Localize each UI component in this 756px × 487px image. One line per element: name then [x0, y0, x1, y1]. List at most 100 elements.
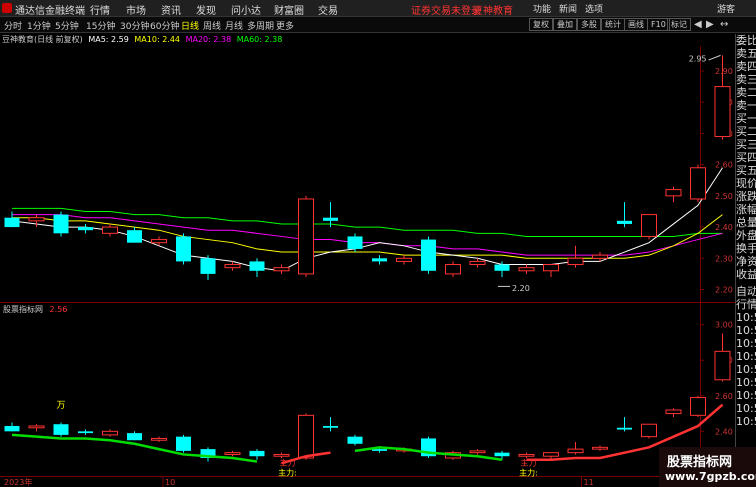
sidepanel-item: 10:5 — [736, 363, 756, 376]
ma10-value: MA10: 2.44 — [134, 35, 181, 44]
guest-label[interactable]: 游客 — [717, 2, 735, 15]
zhuli-label: 主力 — [280, 457, 296, 467]
menu-bar: 通达信金融终端 行情 市场 资讯 发现 问小达 财富圈 交易 证券交易未登录 豆… — [0, 0, 756, 17]
ind-candle-body — [224, 452, 241, 455]
ind-price-tick-label: 3.00 — [715, 321, 733, 330]
watermark-url: www.7gpzb.com — [665, 470, 756, 483]
price-tick-label: 2.50 — [715, 192, 733, 201]
menu-item-zixun[interactable]: 资讯 — [161, 2, 181, 17]
menu-item-shichang[interactable]: 市场 — [126, 2, 146, 17]
sidepanel-item: 卖二 — [736, 86, 756, 99]
kline-chart[interactable]: 2.902.802.702.602.502.402.302.203.002.80… — [0, 46, 735, 487]
period-weekly[interactable]: 周线 — [203, 19, 221, 32]
period-30min[interactable]: 30分钟 — [120, 19, 149, 32]
date-label: 11 — [584, 478, 594, 487]
menu-item-xinwen[interactable]: 新闻 — [559, 2, 577, 15]
site-watermark: 股票指标网 www.7gpzb.com — [659, 447, 756, 487]
menu-item-jiaoyi[interactable]: 交易 — [318, 2, 338, 17]
period-daily[interactable]: 日线 — [181, 19, 199, 32]
watermark-title: 股票指标网 — [667, 455, 733, 470]
main-candle-body — [298, 198, 314, 275]
expand-icon[interactable]: ↔ — [720, 19, 728, 30]
main-candle-body — [151, 239, 167, 244]
mark-button[interactable]: 标记 — [667, 18, 691, 31]
drawline-button[interactable]: 画线 — [624, 18, 648, 31]
sidepanel-item: 10:5 — [736, 337, 756, 350]
ind-candle-body — [323, 426, 338, 428]
app-logo-icon — [2, 3, 12, 13]
ind-candle-body — [543, 452, 559, 457]
period-60min[interactable]: 60分钟 — [150, 19, 179, 32]
main-candle-body — [4, 217, 20, 228]
period-monthly[interactable]: 月线 — [225, 19, 243, 32]
sidepanel-item: 涨幅 — [736, 203, 756, 216]
main-candle-body — [224, 264, 241, 269]
main-candle-body — [665, 189, 682, 197]
brand-label: 豆神教育 — [473, 6, 513, 17]
ind-candle-body — [665, 409, 682, 415]
main-candle-body — [714, 86, 731, 138]
ind-candle-body — [641, 423, 657, 438]
main-candle-body — [469, 260, 486, 266]
ind-price-tick-label: 2.60 — [715, 392, 733, 401]
login-notice[interactable]: 证券交易未登录 — [411, 2, 481, 17]
sidepanel-item: 买一 — [736, 112, 756, 125]
ind-candle-body — [494, 452, 510, 457]
menu-item-gongneng[interactable]: 功能 — [533, 2, 551, 15]
ma5-value: MA5: 2.59 — [88, 35, 129, 44]
main-candle-body — [347, 236, 363, 249]
main-candle-body — [396, 257, 412, 262]
overlay-button[interactable]: 叠加 — [553, 18, 577, 31]
price-tick-label: 2.60 — [715, 161, 733, 170]
period-15min[interactable]: 15分钟 — [86, 19, 115, 32]
menu-item-xuanxiang[interactable]: 选项 — [585, 2, 603, 15]
period-multi[interactable]: 多周期 — [247, 19, 274, 32]
stats-button[interactable]: 统计 — [601, 18, 625, 31]
low-price-label: 2.20 — [512, 284, 530, 293]
date-label: 10 — [165, 478, 175, 487]
app-title: 通达信金融终端 — [15, 6, 85, 17]
high-price-label: 2.95 — [689, 55, 707, 64]
fuquan-button[interactable]: 复权 — [529, 18, 553, 31]
main-candle-body — [445, 264, 461, 275]
main-candle-body — [617, 220, 632, 224]
period-fenshi[interactable]: 分时 — [4, 19, 22, 32]
menu-item-caifuquan[interactable]: 财富圈 — [274, 2, 304, 17]
sidepanel-item: 卖三 — [736, 73, 756, 86]
wan-label: 万 — [56, 401, 65, 411]
period-more[interactable]: 更多 — [276, 19, 294, 32]
period-1min[interactable]: 1分钟 — [27, 19, 51, 32]
nav-right-icon[interactable]: ▶ — [706, 19, 714, 30]
menu-item-wenxiaoda[interactable]: 问小达 — [231, 2, 261, 17]
main-candle-body — [78, 227, 93, 231]
main-candle-body — [421, 239, 436, 271]
ind-candle-body — [273, 453, 290, 457]
sidepanel-item: 换手 — [736, 242, 756, 255]
main-candle-body — [102, 226, 118, 234]
ind-candle-body — [347, 436, 363, 444]
zhuli-label: 主力 — [521, 457, 537, 467]
menu-item-hangqing[interactable]: 行情 — [90, 2, 110, 17]
ind-price-tick-label: 2.40 — [715, 427, 733, 436]
sidepanel-item: 行情 — [736, 298, 756, 311]
nav-left-icon[interactable]: ◀ — [694, 19, 702, 30]
sidepanel-item: 10:5 — [736, 389, 756, 402]
ma20-line — [12, 214, 723, 256]
period-5min[interactable]: 5分钟 — [55, 19, 79, 32]
ind-candle-body — [592, 446, 608, 450]
main-candle-body — [592, 254, 608, 259]
main-candle-body — [127, 230, 142, 243]
ind-candle-body — [28, 425, 45, 429]
main-candle-body — [176, 236, 191, 262]
ma20-value: MA20: 2.38 — [185, 35, 232, 44]
ind-candle-body — [78, 431, 93, 434]
main-candle-body — [53, 214, 69, 234]
main-candle-body — [518, 267, 535, 272]
menu-item-faxian[interactable]: 发现 — [196, 2, 216, 17]
quote-sidepanel: 委比 卖五 卖四 卖三 卖二 卖一 买一 买二 买三 买四 买五 现价 涨跌 涨幅 总量 外盘 换手 净资 收益 自动… — [735, 34, 756, 487]
multistock-button[interactable]: 多股 — [577, 18, 601, 31]
sidepanel-item: 10:5 — [736, 376, 756, 389]
main-candle-body — [641, 214, 657, 237]
sidepanel-item: 10:5 — [736, 350, 756, 363]
price-tick-label: 2.30 — [715, 254, 733, 263]
